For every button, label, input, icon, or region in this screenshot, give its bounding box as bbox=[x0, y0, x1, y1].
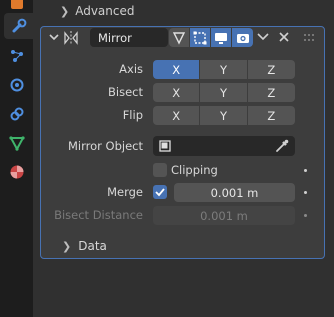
bisect-label: Bisect bbox=[108, 85, 143, 99]
on-cage-icon bbox=[193, 31, 207, 44]
constraints-icon bbox=[10, 107, 24, 121]
bisect-z-toggle[interactable]: Z bbox=[247, 83, 295, 102]
modifier-name: Mirror bbox=[98, 30, 132, 45]
edit-mode-toggle[interactable] bbox=[169, 28, 189, 47]
wrench-icon bbox=[12, 18, 26, 33]
tab-material[interactable] bbox=[4, 159, 30, 185]
object-icon bbox=[11, 0, 23, 9]
tab-particles[interactable] bbox=[4, 43, 30, 69]
bisect-distance-label: Bisect Distance bbox=[54, 208, 143, 222]
tab-physics[interactable] bbox=[4, 72, 30, 98]
eyedropper-icon[interactable] bbox=[275, 139, 289, 153]
keyframe-decorator-dot[interactable] bbox=[304, 169, 307, 172]
merge-checkbox[interactable] bbox=[153, 185, 167, 199]
on-cage-toggle[interactable] bbox=[190, 28, 210, 47]
bisect-toggle-group: X Y Z bbox=[153, 83, 295, 102]
advanced-subpanel-header[interactable]: ❯ Advanced bbox=[60, 1, 135, 21]
tab-constraints[interactable] bbox=[4, 101, 30, 127]
flip-x-toggle[interactable]: X bbox=[153, 106, 201, 125]
checkmark-icon bbox=[155, 188, 165, 197]
keyframe-decorator-dot[interactable] bbox=[304, 214, 307, 217]
mesh-data-icon bbox=[9, 136, 25, 151]
mirror-object-label: Mirror Object bbox=[68, 139, 143, 153]
tab-data[interactable] bbox=[4, 130, 30, 156]
axis-toggle-group: X Y Z bbox=[153, 60, 295, 79]
advanced-label: Advanced bbox=[75, 4, 135, 18]
collapse-chevron-icon[interactable] bbox=[48, 31, 60, 46]
flip-z-toggle[interactable]: Z bbox=[247, 106, 295, 125]
flip-label: Flip bbox=[122, 108, 143, 122]
modifier-menu-chevron-icon[interactable] bbox=[256, 31, 270, 46]
object-type-icon bbox=[159, 140, 171, 152]
axis-x-toggle[interactable]: X bbox=[153, 60, 201, 79]
axis-z-toggle[interactable]: Z bbox=[247, 60, 295, 79]
realtime-toggle[interactable] bbox=[211, 28, 231, 47]
clipping-label: Clipping bbox=[171, 163, 218, 177]
physics-icon bbox=[10, 78, 24, 92]
bisect-distance-field[interactable]: 0.001 m bbox=[153, 206, 295, 225]
chevron-right-icon: ❯ bbox=[60, 4, 70, 18]
data-label: Data bbox=[78, 239, 107, 253]
monitor-icon bbox=[215, 32, 227, 44]
merge-distance-field[interactable]: 0.001 m bbox=[174, 183, 295, 202]
tab-modifiers[interactable] bbox=[4, 13, 33, 39]
edit-mode-icon bbox=[172, 31, 186, 45]
mirror-modifier-icon bbox=[63, 30, 79, 49]
keyframe-decorator-dot[interactable] bbox=[304, 191, 307, 194]
material-icon bbox=[10, 165, 24, 179]
modifier-name-field[interactable]: Mirror bbox=[90, 28, 168, 47]
bisect-y-toggle[interactable]: Y bbox=[200, 83, 248, 102]
axis-label: Axis bbox=[119, 62, 143, 76]
properties-tab-strip bbox=[0, 0, 33, 317]
flip-toggle-group: X Y Z bbox=[153, 106, 295, 125]
particles-icon bbox=[11, 50, 23, 62]
axis-y-toggle[interactable]: Y bbox=[200, 60, 248, 79]
mirror-object-field[interactable] bbox=[153, 136, 295, 156]
bisect-x-toggle[interactable]: X bbox=[153, 83, 201, 102]
chevron-right-icon: ❯ bbox=[62, 239, 72, 253]
merge-label: Merge bbox=[107, 185, 143, 199]
close-icon[interactable] bbox=[278, 31, 290, 46]
render-toggle[interactable] bbox=[232, 28, 253, 47]
flip-y-toggle[interactable]: Y bbox=[200, 106, 248, 125]
data-subpanel-header[interactable]: ❯ Data bbox=[62, 239, 107, 253]
drag-handle-icon[interactable] bbox=[303, 32, 317, 46]
camera-icon bbox=[236, 33, 249, 43]
clipping-checkbox[interactable] bbox=[153, 163, 167, 177]
